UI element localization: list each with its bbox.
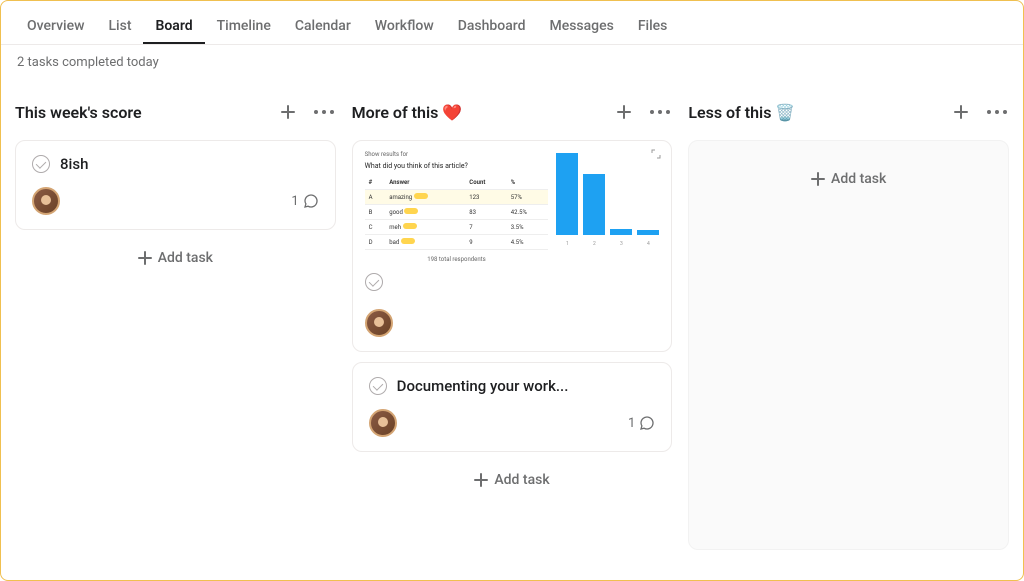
add-task-button[interactable]: Add task [811, 171, 886, 187]
bar-2 [583, 174, 605, 235]
column-add-button[interactable] [949, 100, 973, 124]
column-header: Less of this 🗑️ [688, 94, 1009, 130]
plus-icon [138, 251, 152, 265]
table-row: B good 83 42.5% [365, 205, 549, 220]
comment-count[interactable]: 1 [291, 193, 318, 209]
complete-task-icon[interactable] [32, 155, 50, 173]
empty-column-drop-zone[interactable]: Add task [688, 140, 1009, 550]
tab-board[interactable]: Board [143, 8, 204, 44]
task-card[interactable]: Documenting your work... 1 [352, 362, 673, 452]
status-completed-today: 2 tasks completed today [1, 45, 1023, 78]
tab-messages[interactable]: Messages [537, 8, 625, 44]
project-tabs: Overview List Board Timeline Calendar Wo… [1, 1, 1023, 45]
tab-overview[interactable]: Overview [15, 8, 96, 44]
dots-icon [987, 110, 1007, 114]
column-title[interactable]: Less of this 🗑️ [688, 103, 795, 122]
plus-icon [617, 105, 631, 119]
add-task-button[interactable]: Add task [15, 240, 336, 276]
bar-1 [556, 153, 578, 235]
plus-icon [954, 105, 968, 119]
dots-icon [650, 110, 670, 114]
column-more-of-this: More of this ❤️ Show results for What di… [352, 94, 673, 550]
chart-table: # Answer Count % A amazing 123 57% [365, 176, 549, 250]
task-title: Documenting your work... [397, 377, 569, 395]
board-columns: This week's score 8ish 1 [1, 78, 1023, 550]
tab-calendar[interactable]: Calendar [283, 8, 363, 44]
complete-task-icon[interactable] [365, 273, 383, 291]
column-more-button[interactable] [312, 100, 336, 124]
table-row: C meh 7 3.5% [365, 220, 549, 235]
column-header: More of this ❤️ [352, 94, 673, 130]
tab-workflow[interactable]: Workflow [363, 8, 446, 44]
assignee-avatar[interactable] [32, 187, 60, 215]
table-row: A amazing 123 57% [365, 190, 549, 205]
chat-icon [303, 193, 319, 209]
column-header: This week's score [15, 94, 336, 130]
dots-icon [314, 110, 334, 114]
assignee-avatar[interactable] [369, 409, 397, 437]
column-add-button[interactable] [612, 100, 636, 124]
expand-icon[interactable] [651, 149, 661, 159]
column-add-button[interactable] [276, 100, 300, 124]
assignee-avatar[interactable] [365, 309, 393, 337]
chart-question: What did you think of this article? [365, 162, 549, 170]
tab-timeline[interactable]: Timeline [205, 8, 283, 44]
comment-count[interactable]: 1 [628, 415, 655, 431]
column-more-button[interactable] [985, 100, 1009, 124]
column-this-weeks-score: This week's score 8ish 1 [15, 94, 336, 550]
column-title[interactable]: More of this ❤️ [352, 103, 463, 122]
task-card-chart[interactable]: Show results for What did you think of t… [352, 140, 673, 352]
chart-total: 198 total respondents [365, 256, 549, 263]
tab-dashboard[interactable]: Dashboard [446, 8, 538, 44]
add-task-button[interactable]: Add task [352, 462, 673, 498]
task-card[interactable]: 8ish 1 [15, 140, 336, 230]
chat-icon [639, 415, 655, 431]
table-row: D bad 9 4.5% [365, 235, 549, 250]
bar-4 [637, 230, 659, 235]
plus-icon [811, 172, 825, 186]
complete-task-icon[interactable] [369, 377, 387, 395]
chart-bars [556, 151, 659, 241]
column-title[interactable]: This week's score [15, 103, 142, 122]
column-less-of-this: Less of this 🗑️ Add task [688, 94, 1009, 550]
tab-files[interactable]: Files [626, 8, 680, 44]
column-more-button[interactable] [648, 100, 672, 124]
bar-3 [610, 229, 632, 235]
task-title: 8ish [60, 155, 88, 173]
plus-icon [281, 105, 295, 119]
tab-list[interactable]: List [96, 8, 143, 44]
plus-icon [474, 473, 488, 487]
chart-header: Show results for [365, 151, 549, 158]
